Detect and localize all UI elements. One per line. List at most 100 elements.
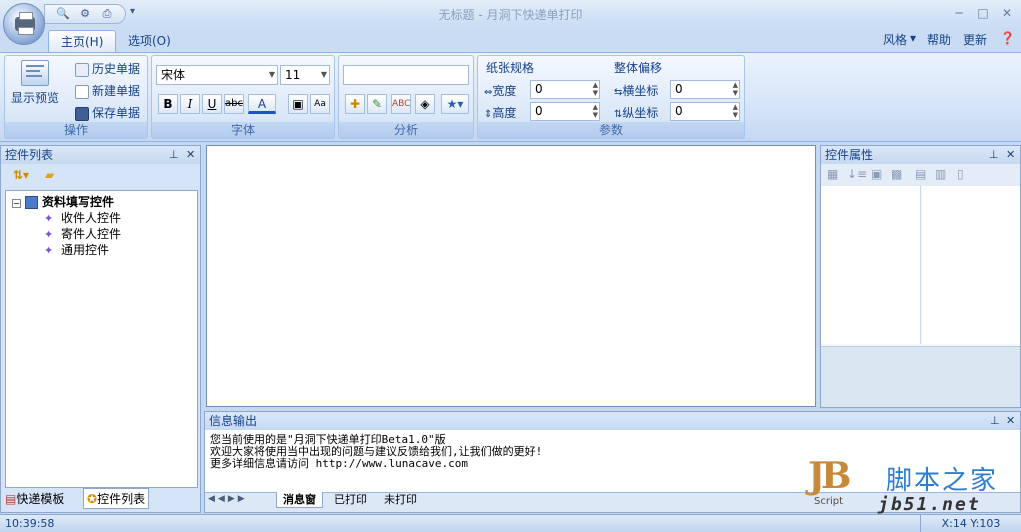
spinner-icon[interactable]: ▲ ▼ <box>593 103 598 119</box>
tab-unprinted[interactable]: 未打印 <box>378 492 423 508</box>
collapse-icon[interactable]: − <box>12 199 21 208</box>
panel-header: 信息输出 ⊥ ✕ <box>205 412 1020 430</box>
tab-printed[interactable]: 已打印 <box>328 492 373 508</box>
x-coord-input[interactable]: 0 ▲ ▼ <box>670 80 740 99</box>
output-line: 更多详细信息请访问 http://www.lunacave.com <box>210 457 468 470</box>
grid-icon[interactable]: ▤ <box>915 167 926 181</box>
group-operations: 显示预览 历史单据 新建单据 保存单据 操作 <box>4 55 148 139</box>
panel-header: 控件列表 ⊥ ✕ <box>1 146 200 164</box>
group-label: 字体 <box>152 122 334 138</box>
sort-alpha-icon[interactable]: ↓≡ <box>847 167 867 181</box>
tree-root[interactable]: − 资料填写控件 <box>12 193 114 210</box>
pin-icon[interactable]: ⊥ <box>990 412 1000 430</box>
tree-item[interactable]: ✦ 寄件人控件 <box>44 225 121 242</box>
tab-home[interactable]: 主页(H) <box>48 30 117 52</box>
offset-label: 整体偏移 <box>614 61 663 75</box>
panel-header: 控件属性 ⊥ ✕ <box>821 146 1020 164</box>
new-label: 新建单据 <box>92 84 141 98</box>
control-icon: ✦ <box>44 228 54 241</box>
tree-item[interactable]: ✦ 收件人控件 <box>44 209 121 226</box>
group-font: 宋体 ▼ 11 ▼ B I U abc A ▣ Aa 字体 <box>151 55 335 139</box>
help-icon[interactable]: ❓ <box>1000 31 1015 45</box>
menu-help[interactable]: 帮助 <box>927 31 951 48</box>
close-button[interactable]: ✕ <box>994 4 1020 22</box>
tab-scroll-arrows[interactable]: ◀◀▶▶ <box>208 494 248 504</box>
panel-title: 控件属性 <box>825 148 874 162</box>
eraser-icon[interactable]: ◈ <box>415 94 435 114</box>
close-icon[interactable]: ✕ <box>186 146 195 164</box>
star-icon[interactable]: ★▾ <box>441 94 469 114</box>
history-label: 历史单据 <box>92 62 141 76</box>
font-family-select[interactable]: 宋体 ▼ <box>156 65 278 85</box>
status-time: 10:39:58 <box>5 517 55 530</box>
menu-style[interactable]: 风格 <box>883 31 907 48</box>
preview-button[interactable]: 显示预览 <box>9 60 61 106</box>
pin-icon[interactable]: ⊥ <box>989 146 999 164</box>
text-style-icon[interactable]: Aa <box>310 94 330 114</box>
height-input[interactable]: 0 ▲ ▼ <box>530 102 600 121</box>
tab-template[interactable]: ▤快递模板 <box>5 490 64 507</box>
new-button[interactable]: 新建单据 <box>75 82 140 99</box>
property-description <box>821 346 1020 407</box>
minimize-button[interactable]: ─ <box>946 4 972 22</box>
close-icon[interactable]: ✕ <box>1006 412 1015 430</box>
output-text: 您当前使用的是"月洞下快递单打印Beta1.0"版 欢迎大家将使用当中出现的问题… <box>210 434 542 470</box>
page-icon[interactable]: ▯ <box>957 167 964 181</box>
underline-button[interactable]: U <box>202 94 222 114</box>
save-icon <box>75 106 89 121</box>
property-names <box>821 186 921 344</box>
categorized-icon[interactable]: ▦ <box>827 167 838 181</box>
property-values <box>922 186 1020 344</box>
font-color-button[interactable]: A <box>248 94 276 114</box>
close-icon[interactable]: ✕ <box>1006 146 1015 164</box>
font-size-select[interactable]: 11 ▼ <box>280 65 330 85</box>
history-button[interactable]: 历史单据 <box>75 60 140 77</box>
app-menu-button[interactable] <box>3 3 45 45</box>
watermark-logo: JB Script <box>808 456 858 512</box>
sort-icon[interactable]: ⇅▾ <box>13 168 29 182</box>
design-canvas[interactable] <box>206 145 816 407</box>
template-icon: ▤ <box>5 492 17 506</box>
control-icon: ✦ <box>44 244 54 257</box>
y-coord-input[interactable]: 0 ▲ ▼ <box>670 102 740 121</box>
add-control-icon[interactable]: ✚ <box>345 94 365 114</box>
tab-messages[interactable]: 消息窗 <box>276 492 323 508</box>
new-document-icon <box>75 84 89 99</box>
chevron-down-icon: ▼ <box>268 70 275 79</box>
spinner-icon[interactable]: ▲ ▼ <box>733 81 738 97</box>
maximize-button[interactable]: □ <box>970 4 996 22</box>
logo-mark: JB <box>808 455 851 497</box>
edit-control-icon[interactable]: ✎ <box>367 94 387 114</box>
width-input[interactable]: 0 ▲ ▼ <box>530 80 600 99</box>
spinner-icon[interactable]: ▲ ▼ <box>593 81 598 97</box>
strikethrough-button[interactable]: abc <box>224 94 244 114</box>
panel-toolbar: ⇅▾ ▰ <box>1 164 200 188</box>
events-icon[interactable]: ▩ <box>891 167 902 181</box>
y-coord-label: ⇅纵坐标 <box>614 106 659 120</box>
tab-options[interactable]: 选项(O) <box>116 30 183 52</box>
spellcheck-icon[interactable]: ABC <box>391 94 411 114</box>
analysis-input[interactable] <box>343 65 469 85</box>
menu-update[interactable]: 更新 <box>963 31 987 48</box>
group-params: 纸张规格 ⇔宽度 0 ▲ ▼ ⇕高度 0 ▲ ▼ 整体偏移 ⇆横坐标 0 ▲ ▼ ⇅纵坐标 … <box>477 55 745 139</box>
spinner-icon[interactable]: ▲ ▼ <box>733 103 738 119</box>
font-family-value: 宋体 <box>161 68 186 82</box>
layout-icon[interactable]: ▥ <box>935 167 946 181</box>
tree-item[interactable]: ✦ 通用控件 <box>44 241 109 258</box>
tab-control-list[interactable]: ✪控件列表 <box>83 488 150 509</box>
bold-button[interactable]: B <box>158 94 178 114</box>
control-list-panel: 控件列表 ⊥ ✕ ⇅▾ ▰ − 资料填写控件 ✦ 收件人控件 ✦ 寄件人控件 ✦ 通用控件 … <box>0 145 201 513</box>
group-label: 参数 <box>478 122 744 138</box>
properties-icon[interactable]: ▣ <box>871 167 882 181</box>
save-button[interactable]: 保存单据 <box>75 104 140 121</box>
status-bar: 10:39:58 X:14 Y:103 <box>0 514 1021 532</box>
group-label: 操作 <box>5 122 147 138</box>
italic-button[interactable]: I <box>180 94 200 114</box>
folder-icon[interactable]: ▰ <box>45 168 54 182</box>
image-icon[interactable]: ▣ <box>288 94 308 114</box>
control-tree: − 资料填写控件 ✦ 收件人控件 ✦ 寄件人控件 ✦ 通用控件 <box>5 190 198 488</box>
font-size-value: 11 <box>285 68 301 82</box>
panel-title: 控件列表 <box>5 148 54 162</box>
chevron-down-icon: ▼ <box>320 70 327 79</box>
pin-icon[interactable]: ⊥ <box>169 146 179 164</box>
